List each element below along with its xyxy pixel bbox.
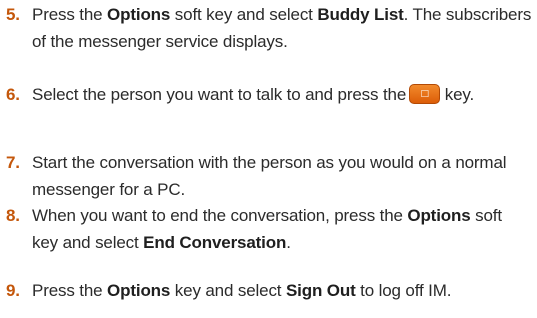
step-text: Press the Options soft key and select Bu… — [32, 5, 532, 51]
options-key-label: Options — [107, 5, 171, 24]
options-key-label: Options — [107, 281, 171, 300]
send-key-icon: □ — [409, 84, 441, 104]
step-number: 7. — [6, 153, 20, 172]
step-text: Start the conversation with the person a… — [32, 153, 507, 199]
step-text: Select the person you want to talk to an… — [32, 84, 475, 104]
step-5: 5. Press the Options soft key and select… — [6, 1, 532, 55]
step-number: 9. — [6, 281, 20, 300]
sign-out-label: Sign Out — [285, 281, 356, 300]
step-7: 7. Start the conversation with the perso… — [6, 149, 532, 203]
manual-page: 5. Press the Options soft key and select… — [0, 0, 537, 318]
step-number: 8. — [6, 206, 20, 225]
step-number: 6. — [6, 85, 20, 104]
end-conversation-label: End Conversation — [143, 233, 287, 252]
buddy-list-label: Buddy List — [317, 5, 404, 24]
step-9: 9. Press the Options key and select Sign… — [6, 277, 532, 304]
step-number: 5. — [6, 5, 20, 24]
step-8: 8. When you want to end the conversation… — [6, 202, 532, 256]
step-6: 6. Select the person you want to talk to… — [6, 81, 532, 108]
options-key-label: Options — [407, 206, 471, 225]
step-text: Press the Options key and select Sign Ou… — [32, 281, 452, 300]
step-text: When you want to end the conversation, p… — [32, 206, 502, 252]
